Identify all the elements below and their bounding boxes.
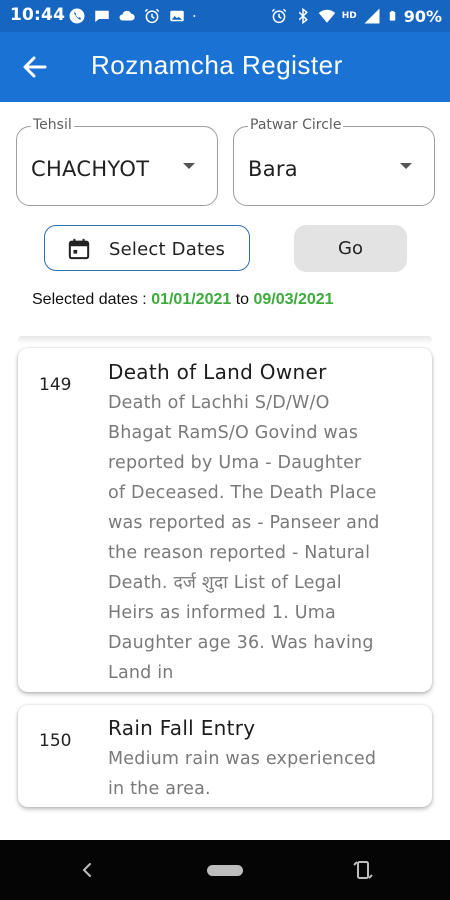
go-label: Go bbox=[338, 238, 363, 259]
go-button[interactable]: Go bbox=[294, 225, 407, 272]
date-to: 09/03/2021 bbox=[253, 291, 334, 308]
chat-icon bbox=[95, 10, 109, 22]
chevron-down-icon bbox=[183, 163, 195, 169]
entry-body-line: reported by Uma - Daughter bbox=[108, 453, 362, 473]
selected-dates-text: Selected dates : 01/01/2021 to 09/03/202… bbox=[32, 291, 334, 309]
app-bar: Roznamcha Register bbox=[0, 32, 450, 102]
system-icons: HD 90% bbox=[270, 4, 442, 28]
select-dates-button[interactable]: Select Dates bbox=[44, 225, 250, 271]
network-type-label: HD bbox=[341, 10, 357, 21]
entry-title: Death of Land Owner bbox=[108, 360, 327, 384]
rotate-screen-icon[interactable] bbox=[353, 859, 373, 881]
tehsil-label: Tehsil bbox=[31, 117, 74, 133]
patwar-circle-dropdown[interactable]: Patwar Circle Bara bbox=[233, 117, 435, 206]
alarm-icon bbox=[144, 8, 160, 24]
notification-icons bbox=[68, 4, 201, 28]
photo-icon bbox=[170, 10, 184, 22]
tehsil-dropdown[interactable]: Tehsil CHACHYOT bbox=[16, 117, 218, 206]
cloud-icon bbox=[119, 10, 135, 21]
entry-number: 149 bbox=[39, 375, 72, 395]
entry-body-line: Land in bbox=[108, 663, 174, 683]
calendar-icon bbox=[68, 238, 90, 260]
entry-body-line: Heirs as informed 1. Uma bbox=[108, 603, 336, 623]
entry-title: Rain Fall Entry bbox=[108, 716, 256, 740]
page-title: Roznamcha Register bbox=[91, 50, 343, 80]
entry-body-line: was reported as - Panseer and bbox=[108, 513, 380, 533]
date-connector: to bbox=[231, 291, 254, 308]
entry-body-line: in the area. bbox=[108, 779, 211, 799]
entry-card[interactable]: 150 Rain Fall Entry Medium rain was expe… bbox=[18, 705, 432, 807]
status-time: 10:44 bbox=[10, 5, 66, 25]
entry-body-line: Death of Lachhi S/D/W/O bbox=[108, 393, 330, 413]
entry-number: 150 bbox=[39, 731, 72, 751]
tehsil-value: CHACHYOT bbox=[31, 157, 150, 181]
selected-dates-prefix: Selected dates : bbox=[32, 291, 152, 308]
chevron-down-icon bbox=[400, 163, 412, 169]
entry-body: Death of Lachhi S/D/W/O Bhagat RamS/O Go… bbox=[108, 388, 408, 688]
dot-icon bbox=[193, 15, 196, 17]
alarm-icon bbox=[271, 8, 286, 24]
arrow-back-icon[interactable] bbox=[20, 52, 50, 82]
entry-body-line: Bhagat RamS/O Govind was bbox=[108, 423, 359, 443]
nav-home-button[interactable] bbox=[207, 865, 243, 876]
battery-icon bbox=[389, 10, 395, 21]
entry-body-line: of Deceased. The Death Place bbox=[108, 483, 377, 503]
date-from: 01/01/2021 bbox=[151, 291, 232, 308]
system-nav-bar bbox=[0, 840, 450, 900]
entry-body-line: Death. दर्ज शुदा List of Legal bbox=[108, 573, 342, 593]
patwar-circle-value: Bara bbox=[248, 157, 298, 181]
nav-back-icon[interactable] bbox=[80, 862, 94, 878]
select-dates-label: Select Dates bbox=[109, 239, 226, 260]
phone-icon bbox=[69, 8, 85, 24]
list-top-shadow bbox=[18, 336, 432, 344]
status-bar: 10:44 HD 90% bbox=[0, 0, 450, 32]
battery-percent: 90% bbox=[403, 6, 442, 26]
entry-card[interactable]: 149 Death of Land Owner Death of Lachhi … bbox=[18, 348, 432, 692]
entry-body-line: Medium rain was experienced bbox=[108, 749, 377, 769]
entry-body-line: the reason reported - Natural bbox=[108, 543, 371, 563]
wifi-icon bbox=[318, 9, 335, 23]
signal-icon bbox=[364, 8, 380, 24]
bluetooth-icon bbox=[298, 7, 308, 25]
entry-body-line: Daughter age 36. Was having bbox=[108, 633, 374, 653]
entry-body: Medium rain was experienced in the area. bbox=[108, 744, 408, 804]
patwar-circle-label: Patwar Circle bbox=[248, 117, 344, 133]
